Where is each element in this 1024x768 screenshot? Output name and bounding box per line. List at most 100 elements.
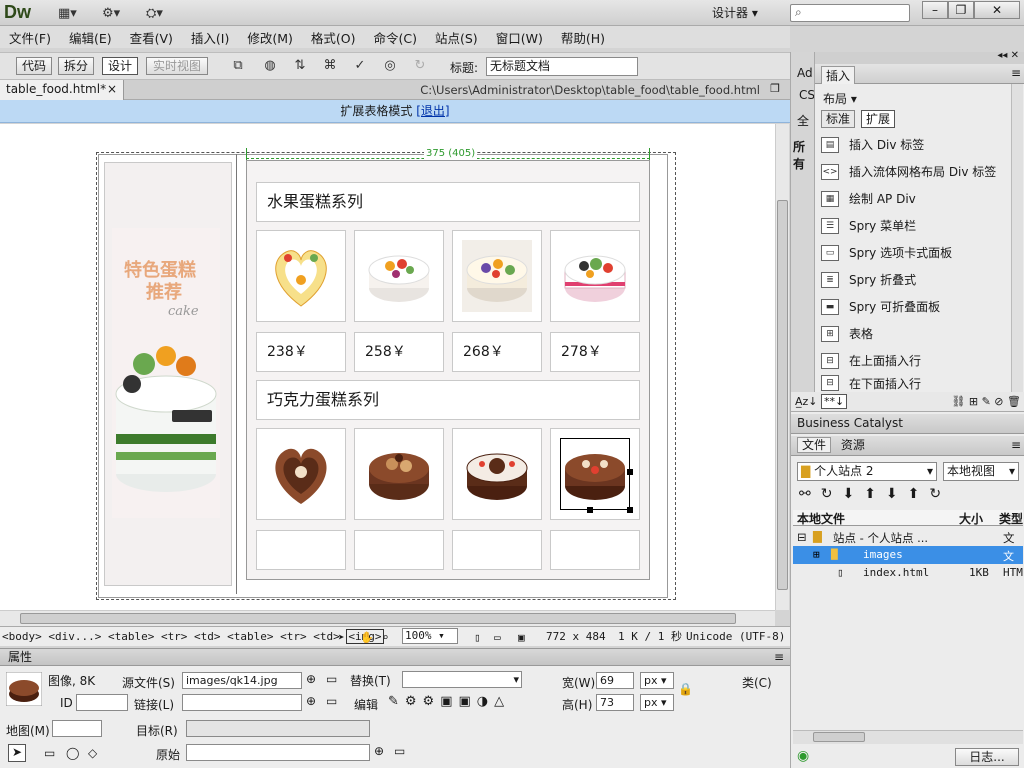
menu-view[interactable]: 查看(V) xyxy=(121,28,182,47)
collapse-toggle[interactable]: ⊟ xyxy=(797,530,807,544)
insert-div[interactable]: ▤ 插入 Div 标签 xyxy=(821,132,924,157)
select-tool-icon[interactable]: ➤ xyxy=(338,628,345,647)
fruit-cake-image-2[interactable] xyxy=(364,240,434,312)
alt-input[interactable]: ▾ xyxy=(402,671,522,688)
validate-icon[interactable]: ✓ xyxy=(350,58,370,74)
original-point-icon[interactable]: ⊕ xyxy=(374,744,384,758)
fruit-price-3[interactable]: 268￥ xyxy=(452,332,542,372)
spry-tabbed-panels[interactable]: ▭ Spry 选项卡式面板 xyxy=(821,240,952,265)
original-input[interactable] xyxy=(186,744,370,761)
split-view-button[interactable]: 拆分 xyxy=(58,57,94,75)
menu-format[interactable]: 格式(O) xyxy=(302,28,365,47)
fruit-cake-cell-4[interactable] xyxy=(550,230,640,322)
choc-cake-cell-1[interactable] xyxy=(256,428,346,520)
window-size[interactable]: 772 x 484 xyxy=(546,627,606,646)
panel-menu-icon[interactable]: ≡ xyxy=(1011,66,1021,80)
choc-price-cell-2[interactable] xyxy=(354,530,444,570)
resize-handle-bottom[interactable] xyxy=(587,507,593,513)
exit-expanded-link[interactable]: [退出] xyxy=(416,104,449,118)
tab-close-icon[interactable]: × xyxy=(107,80,117,99)
rect-hotspot-icon[interactable]: ▭ xyxy=(44,746,55,760)
insert-panel-scrollbar[interactable] xyxy=(1011,84,1023,392)
width-input[interactable]: 69 xyxy=(596,672,634,689)
file-row-images[interactable]: ⊞ ▇ images 文件 xyxy=(793,546,1023,579)
browse-folder-icon[interactable]: ▭ xyxy=(326,672,337,686)
pointer-hotspot-icon[interactable]: ➤ xyxy=(8,744,26,762)
hand-tool-icon[interactable]: ✋ xyxy=(360,628,374,647)
collapse-icon[interactable]: ◂◂ ✕ xyxy=(997,50,1019,61)
files-scroll-thumb[interactable] xyxy=(813,732,865,742)
gear-icon[interactable]: ⚙▾ xyxy=(102,4,120,22)
menu-file[interactable]: 文件(F) xyxy=(0,28,60,47)
resize-handle-right[interactable] xyxy=(627,469,633,475)
strip-tab-3[interactable]: 全 xyxy=(797,112,809,129)
fruit-price-1[interactable]: 238￥ xyxy=(256,332,346,372)
choc-cake-image-4-selected[interactable] xyxy=(560,438,630,510)
multiscreen-icon[interactable]: ⧉ xyxy=(228,58,248,74)
insert-row-above[interactable]: ⊟ 在上面插入行 xyxy=(821,348,921,373)
inspect-icon[interactable]: ⌘ xyxy=(320,58,340,74)
point-to-file-icon[interactable]: ⊕ xyxy=(306,672,316,686)
files-toolbar-icons[interactable]: ⚯↻⬇⬆⬇⬆↻ xyxy=(799,486,951,502)
canvas-horizontal-scrollbar[interactable] xyxy=(0,610,775,626)
choc-cake-cell-2[interactable] xyxy=(354,428,444,520)
fruit-series-title[interactable]: 水果蛋糕系列 xyxy=(256,182,640,222)
menu-edit[interactable]: 编辑(E) xyxy=(60,28,121,47)
live-view-button[interactable]: 实时视图 xyxy=(146,57,208,75)
height-input[interactable]: 73 xyxy=(596,694,634,711)
target-select[interactable] xyxy=(186,720,370,737)
alt-dropdown-icon[interactable]: ▾ xyxy=(513,672,519,687)
close-button[interactable]: ✕ xyxy=(974,1,1020,19)
title-input[interactable]: 无标题文档 xyxy=(486,57,638,76)
business-catalyst-header[interactable]: Business Catalyst xyxy=(791,414,1024,434)
category-select[interactable]: 布局 ▾ xyxy=(823,90,857,107)
draw-ap-div[interactable]: ▦ 绘制 AP Div xyxy=(821,186,916,211)
layout-icon[interactable]: ▦▾ xyxy=(58,4,77,22)
choc-cake-cell-4[interactable] xyxy=(550,428,640,520)
link-point-icon[interactable]: ⊕ xyxy=(306,694,316,708)
log-button[interactable]: 日志... xyxy=(955,748,1019,766)
refresh-icon[interactable]: ↻ xyxy=(410,58,430,74)
visual-aids-icon[interactable]: ◎ xyxy=(380,58,400,74)
assets-tab[interactable]: 资源 xyxy=(837,438,869,452)
site-icon[interactable]: ⛭▾ xyxy=(146,4,163,22)
design-canvas[interactable]: 特色蛋糕 推荐 cake 375 (405) 水果蛋糕系列 238￥ 258￥ … xyxy=(0,124,775,610)
restore-doc-icon[interactable]: ❐ xyxy=(770,82,780,95)
files-tab[interactable]: 文件 xyxy=(797,437,832,453)
size-col[interactable]: 大小 xyxy=(959,510,983,527)
document-tab[interactable]: table_food.html* × xyxy=(0,80,124,100)
tablet-size-icon[interactable]: ▭ xyxy=(494,628,501,647)
css-actions-icons[interactable]: ⛓ ⊞ ✎ ⊘ 🗑 xyxy=(951,392,1021,411)
file-row-site[interactable]: ⊟ ▇ 站点 - 个人站点 ... 文件 xyxy=(793,528,1023,561)
expand-toggle[interactable]: ⊞ xyxy=(813,548,820,561)
fruit-cake-cell-1[interactable] xyxy=(256,230,346,322)
menu-insert[interactable]: 插入(I) xyxy=(182,28,238,47)
workspace-switcher[interactable]: 设计器 ▾ xyxy=(712,4,758,21)
file-row-index[interactable]: ▯ index.html 1KB HTM xyxy=(793,564,1023,582)
circle-hotspot-icon[interactable]: ◯ xyxy=(66,746,79,760)
code-view-button[interactable]: 代码 xyxy=(16,57,52,75)
horizontal-scroll-thumb[interactable] xyxy=(20,613,736,624)
choc-price-cell-4[interactable] xyxy=(550,530,640,570)
menu-modify[interactable]: 修改(M) xyxy=(238,28,302,47)
fruit-cake-image-3[interactable] xyxy=(462,240,532,312)
desktop-size-icon[interactable]: ▣ xyxy=(518,628,525,647)
type-col[interactable]: 类型 xyxy=(999,510,1023,527)
chocolate-series-title[interactable]: 巧克力蛋糕系列 xyxy=(256,380,640,420)
standard-mode-tab[interactable]: 标准 xyxy=(821,110,856,128)
choc-cake-image-1[interactable] xyxy=(266,438,336,510)
resize-handle-corner[interactable] xyxy=(627,507,633,513)
strip-tab-4[interactable]: 所有 xyxy=(793,138,814,172)
minimize-button[interactable]: – xyxy=(922,1,948,19)
fruit-cake-cell-3[interactable] xyxy=(452,230,542,322)
vertical-scroll-thumb[interactable] xyxy=(777,200,788,590)
choc-cake-image-2[interactable] xyxy=(364,438,434,510)
file-manage-icon[interactable]: ⇅ xyxy=(290,58,310,74)
local-files-col[interactable]: 本地文件 xyxy=(797,510,845,527)
menu-window[interactable]: 窗口(W) xyxy=(487,28,552,47)
menu-site[interactable]: 站点(S) xyxy=(426,28,487,47)
zoom-tool-icon[interactable]: ⌕ xyxy=(382,628,389,647)
spry-accordion[interactable]: ≣ Spry 折叠式 xyxy=(821,267,916,292)
preview-browser-icon[interactable]: ◍ xyxy=(260,58,280,74)
strip-tab-1[interactable]: Ad xyxy=(797,66,813,80)
